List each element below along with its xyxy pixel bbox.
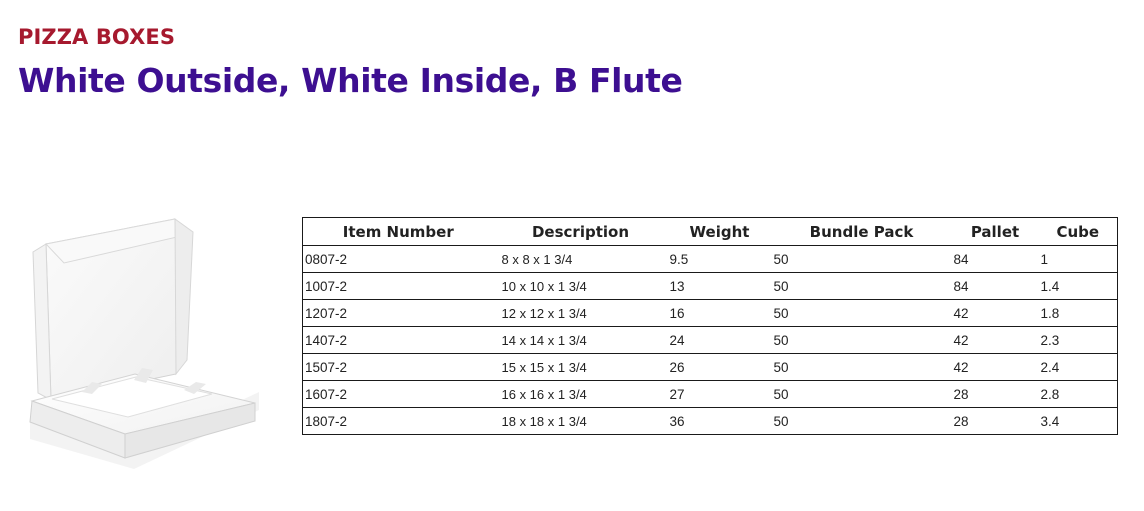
bundle-pack-cell: 50	[771, 407, 952, 435]
item-number-cell: 1807-2	[302, 407, 494, 435]
weight-cell: 16	[667, 299, 772, 327]
pallet-cell: 42	[951, 326, 1039, 354]
category-label: PIZZA BOXES	[18, 25, 176, 49]
product-specs-table-wrapper: Item Number Description Weight Bundle Pa…	[302, 217, 1118, 435]
cube-cell: 2.3	[1038, 326, 1118, 354]
bundle-pack-cell: 50	[771, 245, 952, 273]
pallet-cell: 84	[951, 245, 1039, 273]
cube-cell: 2.8	[1038, 380, 1118, 408]
pallet-cell: 42	[951, 353, 1039, 381]
table-row: 1407-2 14 x 14 x 1 3/4 24 50 42 2.3	[302, 326, 1118, 354]
bundle-pack-cell: 50	[771, 272, 952, 300]
bundle-pack-cell: 50	[771, 380, 952, 408]
description-cell: 14 x 14 x 1 3/4	[493, 326, 668, 354]
column-header-item-number: Item Number	[342, 222, 454, 241]
description-cell: 18 x 18 x 1 3/4	[493, 407, 668, 435]
weight-cell: 26	[667, 353, 772, 381]
item-number-cell: 0807-2	[302, 245, 494, 273]
pallet-cell: 28	[951, 380, 1039, 408]
item-number-cell: 1207-2	[302, 299, 494, 327]
page-title: White Outside, White Inside, B Flute	[18, 61, 683, 100]
weight-cell: 13	[667, 272, 772, 300]
cube-cell: 1.8	[1038, 299, 1118, 327]
pallet-cell: 28	[951, 407, 1039, 435]
bundle-pack-cell: 50	[771, 353, 952, 381]
table-row: 1607-2 16 x 16 x 1 3/4 27 50 28 2.8	[302, 380, 1118, 408]
column-header-cube: Cube	[1056, 222, 1100, 241]
weight-cell: 24	[667, 326, 772, 354]
weight-cell: 27	[667, 380, 772, 408]
cube-cell: 1	[1038, 245, 1118, 273]
bundle-pack-cell: 50	[771, 299, 952, 327]
cube-cell: 3.4	[1038, 407, 1118, 435]
description-cell: 8 x 8 x 1 3/4	[493, 245, 668, 273]
page: PIZZA BOXES White Outside, White Inside,…	[0, 0, 1144, 511]
table-row: 1207-2 12 x 12 x 1 3/4 16 50 42 1.8	[302, 299, 1118, 327]
table-header-row: Item Number Description Weight Bundle Pa…	[303, 218, 1118, 246]
cube-cell: 1.4	[1038, 272, 1118, 300]
weight-cell: 36	[667, 407, 772, 435]
description-cell: 10 x 10 x 1 3/4	[493, 272, 668, 300]
column-header-weight: Weight	[689, 222, 750, 241]
weight-cell: 9.5	[667, 245, 772, 273]
description-cell: 12 x 12 x 1 3/4	[493, 299, 668, 327]
column-header-bundle-pack: Bundle Pack	[809, 222, 914, 241]
pallet-cell: 84	[951, 272, 1039, 300]
column-header-description: Description	[531, 222, 630, 241]
table-row: 1807-2 18 x 18 x 1 3/4 36 50 28 3.4	[302, 407, 1118, 435]
pizza-box-image	[29, 218, 259, 469]
item-number-cell: 1407-2	[302, 326, 494, 354]
item-number-cell: 1007-2	[302, 272, 494, 300]
pallet-cell: 42	[951, 299, 1039, 327]
item-number-cell: 1607-2	[302, 380, 494, 408]
item-number-cell: 1507-2	[302, 353, 494, 381]
table-row: 1507-2 15 x 15 x 1 3/4 26 50 42 2.4	[302, 353, 1118, 381]
product-specs-table: Item Number Description Weight Bundle Pa…	[302, 217, 1118, 435]
bundle-pack-cell: 50	[771, 326, 952, 354]
description-cell: 16 x 16 x 1 3/4	[493, 380, 668, 408]
table-row: 0807-2 8 x 8 x 1 3/4 9.5 50 84 1	[302, 245, 1118, 273]
table-row: 1007-2 10 x 10 x 1 3/4 13 50 84 1.4	[302, 272, 1118, 300]
description-cell: 15 x 15 x 1 3/4	[493, 353, 668, 381]
cube-cell: 2.4	[1038, 353, 1118, 381]
column-header-pallet: Pallet	[970, 222, 1020, 241]
